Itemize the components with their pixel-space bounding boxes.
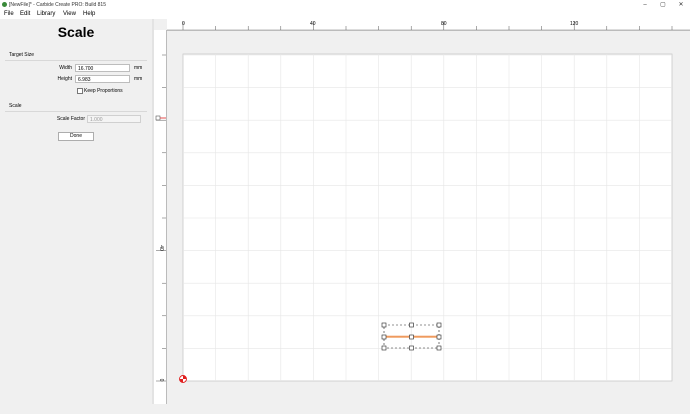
menu-library[interactable]: Library — [37, 11, 55, 17]
width-label: Width — [59, 65, 72, 71]
scale-section-label: Scale — [9, 103, 22, 109]
left-ruler-label-40: 40 — [158, 245, 164, 251]
width-input[interactable]: 16.700 — [75, 64, 130, 72]
height-label: Height — [57, 76, 72, 82]
title-bar: [NewFile]* - Carbide Create PRO: Build 8… — [0, 0, 690, 10]
menu-file[interactable]: File — [4, 11, 14, 17]
keep-proportions-label: Keep Proportions — [84, 87, 123, 94]
maximize-button[interactable]: ▢ — [658, 1, 668, 9]
height-unit: mm — [134, 76, 143, 82]
scale-factor-input[interactable]: 1.000 — [87, 115, 141, 123]
keep-proportions-checkbox[interactable] — [77, 88, 83, 94]
design-canvas-area: 0 40 80 120 40 0 — [154, 19, 690, 404]
origin-marker-icon — [179, 375, 187, 383]
section-divider — [5, 111, 147, 112]
target-size-label: Target Size — [9, 52, 35, 58]
scale-factor-label: Scale Factor — [56, 116, 85, 122]
panel-title: Scale — [57, 24, 95, 40]
done-button[interactable]: Done — [58, 132, 94, 141]
left-ruler-ticks: 40 0 — [155, 54, 166, 382]
menu-bar: File Edit Library View Help — [0, 10, 690, 19]
drawing-canvas[interactable] — [167, 30, 690, 404]
section-divider — [5, 60, 147, 61]
menu-help[interactable]: Help — [83, 11, 95, 17]
handle-middle-left[interactable] — [381, 334, 387, 340]
top-ruler-label-0: 0 — [182, 21, 185, 27]
handle-top-right[interactable] — [436, 322, 442, 328]
ruler-marker-icon — [155, 115, 161, 121]
handle-top-left[interactable] — [381, 322, 387, 328]
minimize-button[interactable]: – — [640, 1, 650, 9]
left-ruler: 40 0 — [154, 30, 167, 404]
handle-bottom-right[interactable] — [436, 345, 442, 351]
window-title: [NewFile]* - Carbide Create PRO: Build 8… — [9, 1, 106, 8]
handle-middle-right[interactable] — [436, 334, 442, 340]
top-ruler-ticks: 0 40 80 120 — [167, 21, 690, 30]
left-ruler-label-0: 0 — [158, 379, 164, 382]
menu-edit[interactable]: Edit — [20, 11, 30, 17]
top-ruler-label-40: 40 — [310, 21, 316, 27]
status-bar — [0, 404, 690, 414]
handle-top-center[interactable] — [409, 322, 414, 328]
handle-bottom-left[interactable] — [381, 345, 387, 351]
handle-center[interactable] — [409, 334, 414, 340]
height-input[interactable]: 6.983 — [75, 75, 130, 83]
app-icon — [2, 2, 7, 7]
close-button[interactable]: ✕ — [676, 1, 686, 9]
top-ruler-label-80: 80 — [441, 21, 447, 27]
handle-bottom-center[interactable] — [409, 345, 414, 351]
top-ruler-label-120: 120 — [570, 21, 579, 27]
scale-panel: Scale Target Size Width 16.700 mm Height… — [0, 19, 152, 404]
ruler-corner — [154, 19, 167, 30]
stock-material-area — [182, 53, 673, 382]
menu-view[interactable]: View — [63, 11, 76, 17]
width-unit: mm — [134, 65, 143, 71]
